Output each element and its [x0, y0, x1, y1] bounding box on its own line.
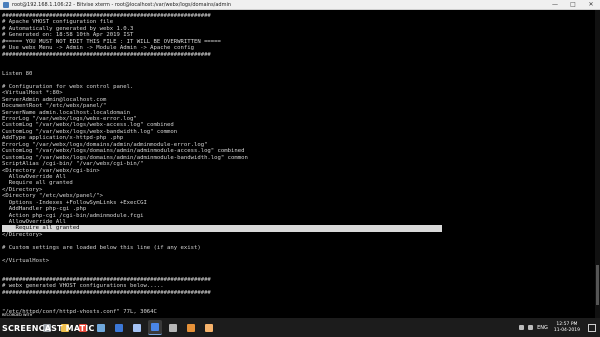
terminal-text: ########################################… [2, 13, 592, 316]
minimize-button[interactable]: — [546, 0, 564, 9]
taskbar-button[interactable] [184, 321, 198, 335]
settings-icon [169, 323, 177, 332]
taskbar-button[interactable] [166, 321, 180, 335]
window-controls: — □ ✕ [546, 0, 600, 9]
clock-date: 11-04-2019 [553, 327, 580, 333]
taskbar-button[interactable] [112, 321, 126, 335]
clock-time: 12:57 PM [556, 321, 578, 327]
putty-icon [133, 323, 141, 332]
screencast-watermark: RECORDED WITH SCREENCAST MATIC [2, 312, 95, 335]
close-button[interactable]: ✕ [582, 0, 600, 9]
clock[interactable]: 12:57 PM 11-04-2019 [554, 322, 580, 334]
taskbar-button[interactable] [130, 321, 144, 335]
taskbar-button[interactable] [202, 321, 216, 335]
maximize-button[interactable]: □ [564, 0, 582, 9]
firefox-icon [187, 323, 195, 332]
notepad-icon [97, 323, 105, 332]
window-titlebar: root@192.168.1.106:22 - Bitvise xterm - … [0, 0, 600, 10]
window-title: root@192.168.1.106:22 - Bitvise xterm - … [12, 1, 232, 8]
vlc-icon [205, 323, 213, 332]
watermark-recorded-with: RECORDED WITH [2, 312, 33, 317]
bitvise-app-icon [3, 1, 9, 8]
terminal-icon [115, 323, 123, 332]
scrollbar-thumb[interactable] [596, 265, 599, 305]
terminal-scrollbar[interactable] [595, 10, 600, 318]
watermark-brand: SCREENCAST MATIC [2, 324, 95, 333]
volume-icon[interactable] [528, 325, 534, 330]
system-tray: ENG 12:57 PM 11-04-2019 [519, 318, 600, 337]
bitvise-icon [151, 323, 159, 331]
notification-icon[interactable] [588, 323, 596, 332]
taskbar-button[interactable] [94, 321, 108, 335]
network-icon[interactable] [519, 325, 525, 330]
terminal-area[interactable]: ########################################… [0, 10, 600, 318]
language-indicator[interactable]: ENG [537, 325, 548, 331]
taskbar-button[interactable] [148, 320, 162, 335]
taskbar: RECORDED WITH SCREENCAST MATIC ENG 12:57… [0, 313, 600, 337]
